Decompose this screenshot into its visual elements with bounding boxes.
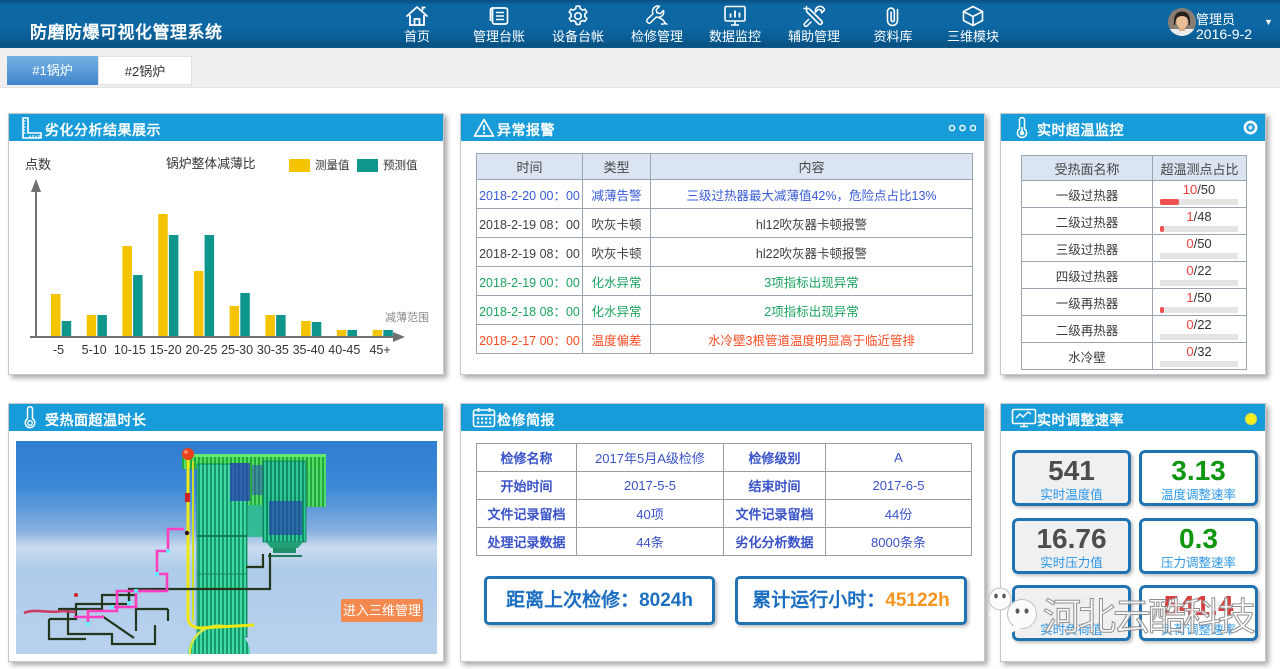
svg-text:20-25: 20-25 <box>185 343 217 357</box>
svg-text:预测值: 预测值 <box>383 159 418 172</box>
svg-text:25-30: 25-30 <box>221 343 253 357</box>
svg-text:35-40: 35-40 <box>293 343 325 357</box>
svg-text:10-15: 10-15 <box>114 343 146 357</box>
svg-text:15-20: 15-20 <box>150 343 182 357</box>
svg-text:点数: 点数 <box>25 157 51 172</box>
svg-text:-5: -5 <box>53 343 64 357</box>
svg-text:河北云酷科技: 河北云酷科技 <box>1043 597 1255 639</box>
svg-text:锅炉整体减薄比: 锅炉整体减薄比 <box>166 156 256 171</box>
svg-text:30-35: 30-35 <box>257 343 289 357</box>
svg-text:减薄范围: 减薄范围 <box>385 310 429 324</box>
svg-text:40-45: 40-45 <box>328 343 360 357</box>
svg-text:45+: 45+ <box>369 343 390 357</box>
svg-text:测量值: 测量值 <box>315 159 350 172</box>
svg-text:5-10: 5-10 <box>82 343 107 357</box>
